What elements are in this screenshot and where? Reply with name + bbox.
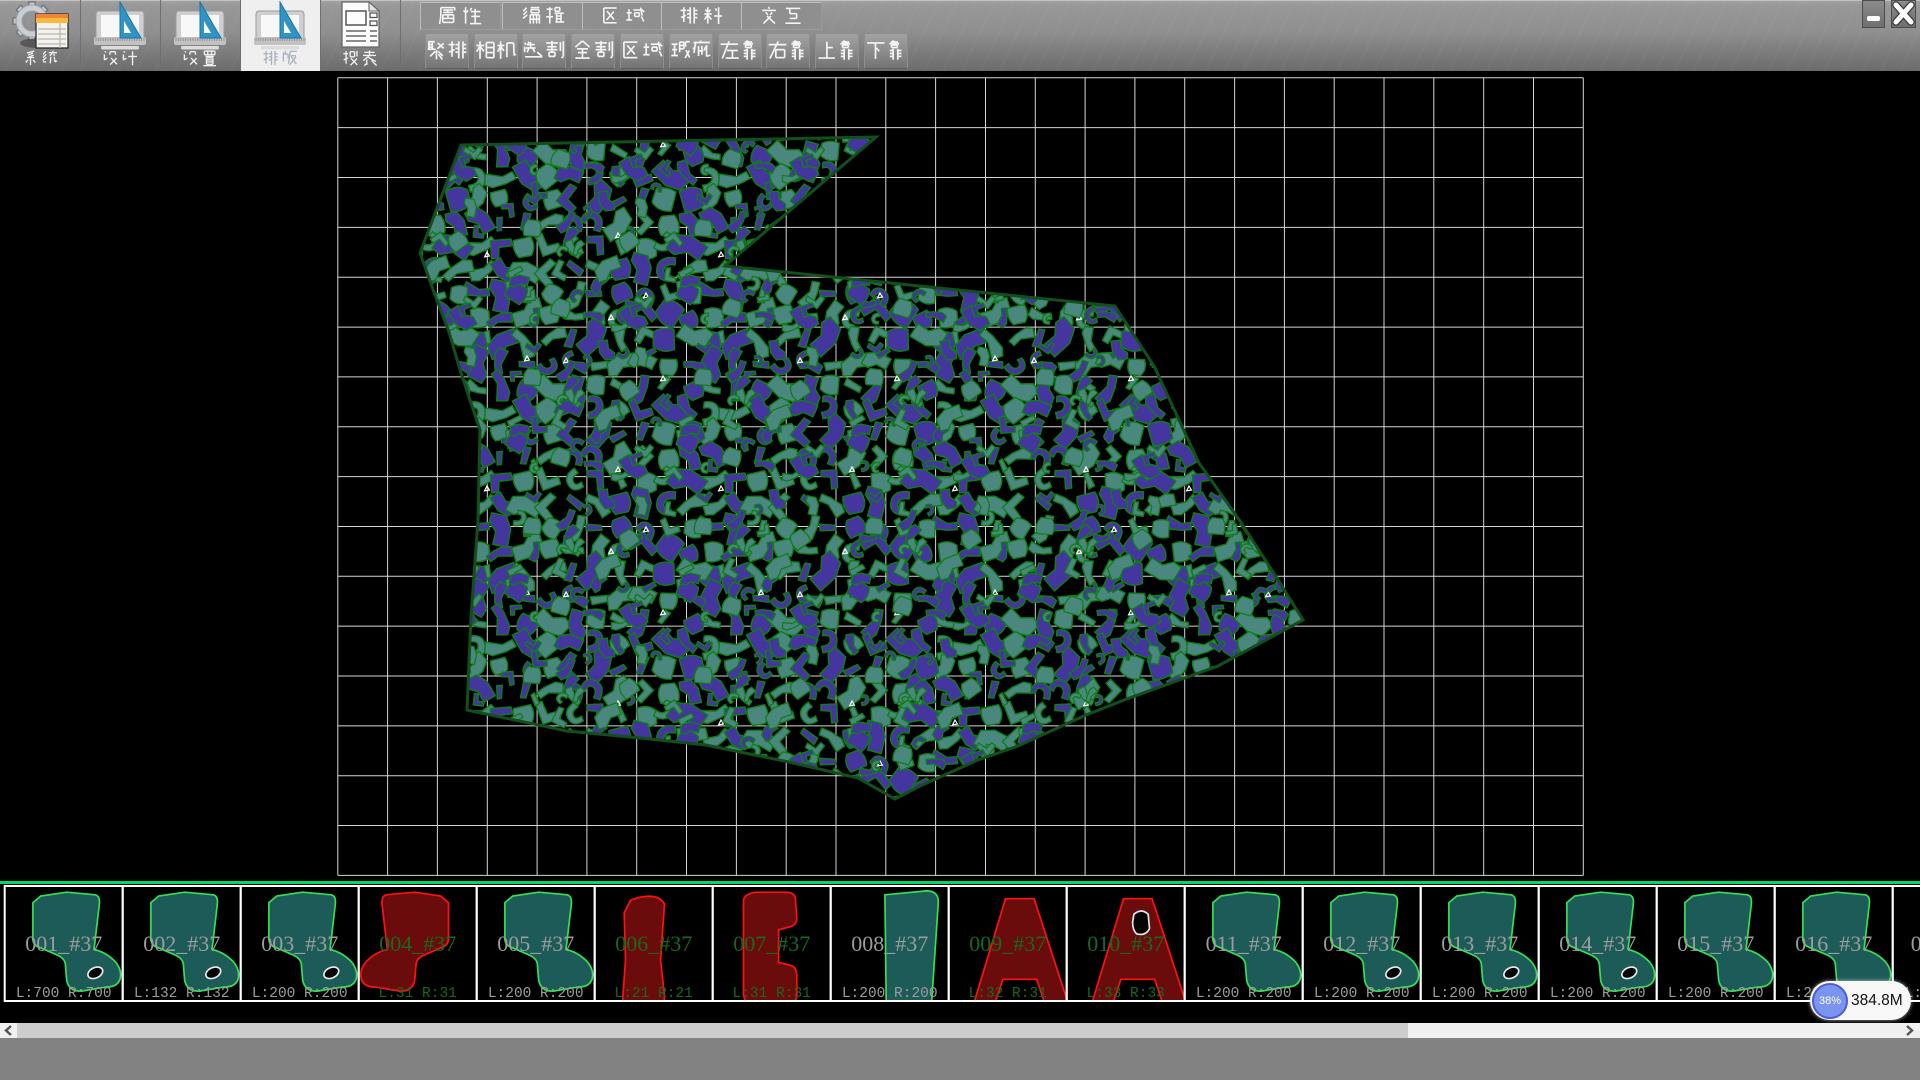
svg-text:002_#37: 002_#37 — [143, 931, 220, 956]
svg-text:0: 0 — [1911, 931, 1920, 956]
svg-text:003_#37: 003_#37 — [261, 931, 338, 956]
svg-text:L:31 R:31: L:31 R:31 — [379, 986, 457, 1002]
svg-text:L:21 R:21: L:21 R:21 — [615, 986, 693, 1002]
svg-text:005_#37: 005_#37 — [497, 931, 574, 956]
svg-text:L:32 R:31: L:32 R:31 — [969, 986, 1047, 1002]
svg-text:L:200 R:200: L:200 R:200 — [1314, 986, 1410, 1002]
svg-text:013_#37: 013_#37 — [1441, 931, 1518, 956]
svg-text:L:200 R:200: L:200 R:200 — [1196, 986, 1292, 1002]
svg-text:016_#37: 016_#37 — [1795, 931, 1872, 956]
svg-text:006_#37: 006_#37 — [615, 931, 692, 956]
svg-text:015_#37: 015_#37 — [1677, 931, 1754, 956]
svg-text:010_#37: 010_#37 — [1087, 931, 1164, 956]
svg-text:012_#37: 012_#37 — [1323, 931, 1400, 956]
svg-text:L:132 R:132: L:132 R:132 — [134, 986, 230, 1002]
svg-text:L:200 R:200: L:200 R:200 — [1668, 986, 1764, 1002]
svg-text:L:200 R:200: L:200 R:200 — [252, 986, 348, 1002]
svg-text:L:200 R:200: L:200 R:200 — [1550, 986, 1646, 1002]
svg-text:L:31 R:31: L:31 R:31 — [733, 986, 811, 1002]
svg-text:008_#37: 008_#37 — [851, 931, 928, 956]
svg-text:011_#37: 011_#37 — [1206, 931, 1282, 956]
svg-text:L:200 R:200: L:200 R:200 — [488, 986, 584, 1002]
svg-text:004_#37: 004_#37 — [379, 931, 456, 956]
svg-text:014_#37: 014_#37 — [1559, 931, 1636, 956]
svg-text:L:700 R:700: L:700 R:700 — [16, 986, 112, 1002]
svg-text:L:33 R:33: L:33 R:33 — [1087, 986, 1165, 1002]
svg-text:007_#37: 007_#37 — [733, 931, 810, 956]
svg-text:001_#37: 001_#37 — [25, 931, 102, 956]
svg-text:L:200 R:200: L:200 R:200 — [842, 986, 938, 1002]
svg-text:L:200 R:200: L:200 R:200 — [1432, 986, 1528, 1002]
svg-text:009_#37: 009_#37 — [969, 931, 1046, 956]
